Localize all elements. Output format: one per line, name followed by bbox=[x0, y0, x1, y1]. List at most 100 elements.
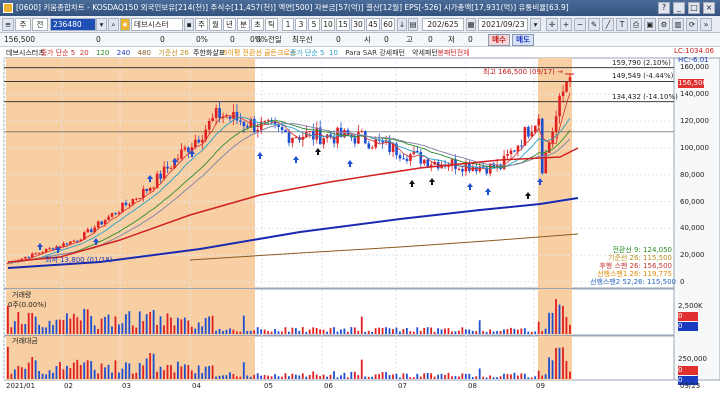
volume-bar bbox=[152, 310, 155, 334]
volume-bar bbox=[298, 330, 301, 334]
indicator-1[interactable]: 종가 단순 5 bbox=[41, 48, 76, 58]
volume-bar bbox=[405, 327, 408, 334]
volume-bar bbox=[367, 330, 370, 334]
indicator-12[interactable]: 약세패턴 bbox=[412, 48, 438, 58]
volume-bar bbox=[55, 319, 58, 334]
candle-body bbox=[256, 129, 260, 132]
volume-bar bbox=[52, 325, 54, 334]
volume-bar bbox=[562, 305, 564, 334]
indicator-2[interactable]: 20 bbox=[80, 48, 89, 58]
price-axis-label: 120,000 bbox=[680, 117, 709, 126]
volume-bar bbox=[440, 329, 443, 334]
amount-bar bbox=[419, 376, 422, 379]
amount-bar bbox=[173, 372, 176, 379]
candle-body bbox=[103, 220, 107, 225]
indicator-10[interactable]: 10 bbox=[329, 48, 338, 58]
volume-bar bbox=[308, 329, 311, 334]
indicator-9[interactable]: 종가 단순 5 bbox=[290, 48, 325, 58]
volume-bar bbox=[124, 314, 127, 334]
volume-bar bbox=[173, 325, 176, 334]
candle-body bbox=[360, 131, 364, 133]
volume-bar bbox=[20, 324, 23, 334]
volume-bar bbox=[208, 316, 211, 334]
amount-bar bbox=[523, 373, 526, 379]
candle-body bbox=[398, 155, 402, 159]
volume-bar bbox=[496, 331, 498, 334]
indicator-0[interactable]: 데브시스터즈 bbox=[6, 48, 45, 58]
indicator-6[interactable]: 기준선 26 bbox=[158, 48, 188, 58]
volume-bar bbox=[333, 327, 335, 334]
x-axis-label: 08 bbox=[468, 382, 477, 390]
volume-bar bbox=[76, 317, 79, 334]
candle-body bbox=[520, 145, 523, 147]
amount-bar bbox=[229, 372, 231, 379]
amount-bar bbox=[555, 347, 557, 379]
amount-bar bbox=[124, 362, 127, 379]
candle-body bbox=[357, 132, 360, 144]
volume-bar bbox=[541, 331, 544, 334]
price-axis-label: 80,000 bbox=[680, 170, 705, 179]
indicator-8[interactable]: 5이평 전환선 골든크로스 bbox=[223, 48, 296, 58]
amount-bar bbox=[440, 373, 443, 379]
volume-bar bbox=[229, 328, 231, 334]
amount-bar bbox=[135, 372, 138, 379]
amount-bar bbox=[31, 356, 34, 379]
volume-bar bbox=[31, 312, 34, 334]
candle-body bbox=[166, 166, 169, 169]
candle-body bbox=[65, 243, 69, 245]
amount-bar bbox=[59, 362, 61, 379]
volume-bar bbox=[62, 319, 65, 334]
volume-bar bbox=[364, 331, 367, 334]
amount-bar bbox=[426, 372, 429, 379]
amount-bar bbox=[90, 361, 93, 379]
amount-bar bbox=[340, 375, 342, 379]
indicator-7[interactable]: 주한화살표 bbox=[193, 48, 225, 58]
candle-body bbox=[506, 154, 509, 156]
amount-bar bbox=[482, 376, 485, 379]
volume-bar bbox=[503, 329, 505, 334]
candle-body bbox=[447, 166, 450, 168]
volume-bar bbox=[340, 329, 342, 334]
candle-body bbox=[471, 166, 475, 171]
amount-bar bbox=[190, 370, 193, 379]
indicator-3[interactable]: 120 bbox=[96, 48, 109, 58]
amount-bar bbox=[367, 376, 370, 379]
amount-bar bbox=[69, 367, 72, 379]
amount-bar bbox=[353, 371, 356, 379]
amount-bar bbox=[97, 373, 99, 379]
x-axis-label: 04 bbox=[192, 382, 201, 390]
candle-body bbox=[513, 150, 516, 152]
indicator-5[interactable]: 480 bbox=[138, 48, 151, 58]
amount-bar bbox=[166, 364, 169, 379]
volume-bar bbox=[301, 327, 304, 334]
amount-bar bbox=[534, 376, 537, 379]
x-axis-label: 03 bbox=[122, 382, 131, 390]
amount-bar bbox=[10, 373, 13, 379]
indicator-4[interactable]: 240 bbox=[117, 48, 130, 58]
volume-bar bbox=[170, 317, 172, 334]
amount-bar bbox=[315, 374, 318, 379]
candle-body bbox=[218, 108, 221, 119]
amount-axis-top: 250,000 bbox=[678, 355, 707, 363]
candle-body bbox=[416, 150, 419, 152]
volume-bar bbox=[90, 315, 93, 334]
amount-bar bbox=[360, 359, 363, 379]
amount-bar bbox=[301, 373, 304, 379]
x-axis-label: 09 bbox=[536, 382, 545, 390]
indicator-13[interactable]: 봉패턴전체 bbox=[437, 48, 469, 58]
candle-body bbox=[41, 252, 44, 254]
volume-bar bbox=[430, 327, 433, 334]
candle-body bbox=[419, 151, 423, 164]
volume-sub-label: 0주(0.00%) bbox=[8, 301, 47, 309]
candle-body bbox=[207, 120, 211, 130]
candle-body bbox=[235, 111, 239, 121]
amount-bar bbox=[256, 373, 259, 379]
volume-bar bbox=[222, 330, 224, 334]
volume-axis-top: 2,500K bbox=[678, 302, 703, 310]
indicator-11[interactable]: Para SAR 강세패턴 bbox=[345, 48, 405, 58]
amount-bar bbox=[107, 364, 110, 379]
volume-bar bbox=[114, 316, 117, 334]
volume-bar bbox=[558, 304, 561, 334]
amount-bar bbox=[478, 368, 481, 379]
candle-body bbox=[51, 248, 55, 250]
